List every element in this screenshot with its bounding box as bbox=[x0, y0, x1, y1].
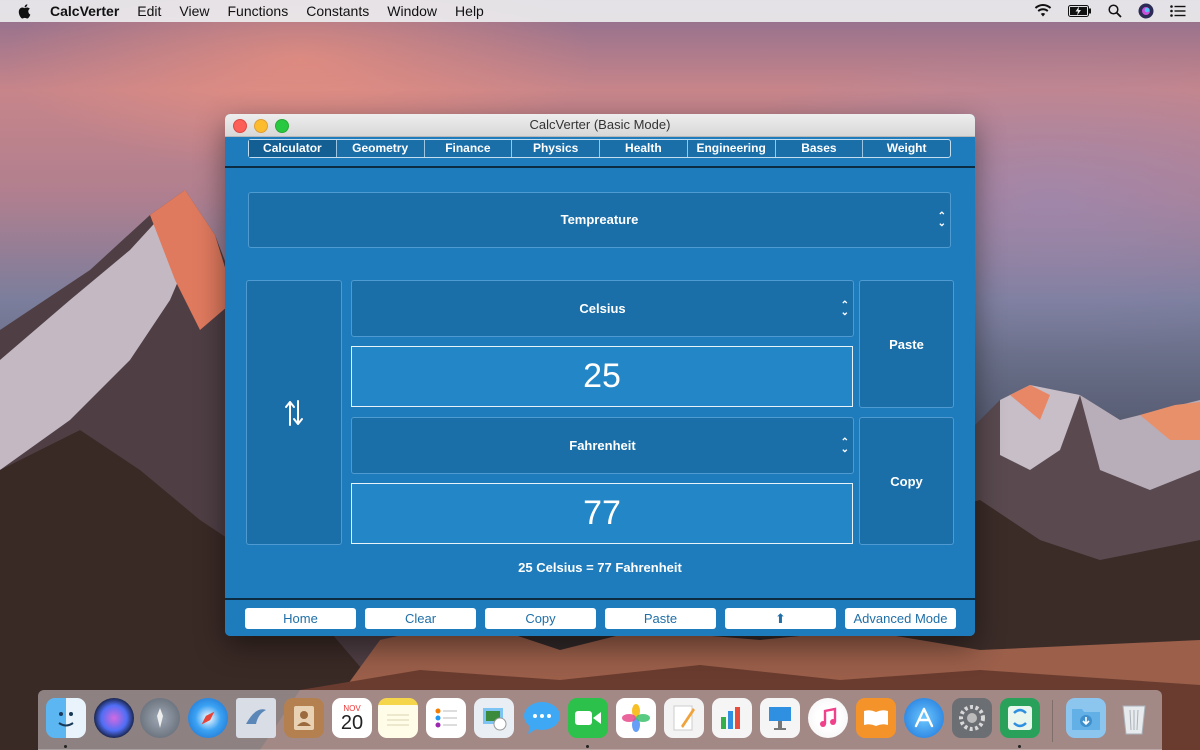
tab-calculator[interactable]: Calculator bbox=[249, 140, 337, 157]
battery-icon[interactable] bbox=[1068, 5, 1092, 17]
photos-icon[interactable] bbox=[616, 698, 656, 738]
to-value-field[interactable]: 77 bbox=[351, 483, 853, 544]
to-unit-select[interactable]: Fahrenheit ⌃ ⌄ bbox=[351, 417, 854, 474]
spotlight-search-icon[interactable] bbox=[1108, 4, 1122, 18]
launchpad-icon[interactable] bbox=[140, 698, 180, 738]
swap-units-button[interactable] bbox=[246, 280, 342, 545]
window-titlebar[interactable]: CalcVerter (Basic Mode) bbox=[225, 114, 975, 137]
app-store-icon[interactable] bbox=[904, 698, 944, 738]
advanced-mode-button[interactable]: Advanced Mode bbox=[845, 608, 956, 629]
select-arrows-icon: ⌃ ⌄ bbox=[840, 436, 849, 455]
copy-side-button[interactable]: Copy bbox=[859, 417, 954, 545]
menu-functions[interactable]: Functions bbox=[228, 3, 289, 19]
home-button[interactable]: Home bbox=[245, 608, 356, 629]
copy-button[interactable]: Copy bbox=[485, 608, 596, 629]
siri-icon[interactable] bbox=[94, 698, 134, 738]
tab-geometry[interactable]: Geometry bbox=[337, 140, 425, 157]
top-divider bbox=[225, 166, 975, 168]
swap-vertical-arrows-icon bbox=[285, 399, 303, 426]
paste-side-button[interactable]: Paste bbox=[859, 280, 954, 408]
calcverter-window: CalcVerter (Basic Mode) Calculator Geome… bbox=[225, 114, 975, 636]
zoom-window-button[interactable] bbox=[275, 119, 289, 133]
wifi-icon[interactable] bbox=[1034, 4, 1052, 18]
finder-icon[interactable] bbox=[46, 698, 86, 738]
itunes-icon[interactable] bbox=[808, 698, 848, 738]
tab-finance[interactable]: Finance bbox=[425, 140, 513, 157]
calcverter-dock-icon[interactable] bbox=[1000, 698, 1040, 738]
tab-engineering[interactable]: Engineering bbox=[688, 140, 776, 157]
from-unit-select[interactable]: Celsius ⌃ ⌄ bbox=[351, 280, 854, 337]
paste-button[interactable]: Paste bbox=[605, 608, 716, 629]
tab-weight[interactable]: Weight bbox=[863, 140, 950, 157]
trash-icon[interactable] bbox=[1114, 698, 1154, 738]
calendar-icon[interactable]: NOV 20 bbox=[332, 698, 372, 738]
dock: NOV 20 bbox=[38, 690, 1162, 750]
running-indicator bbox=[1018, 745, 1021, 748]
notes-icon[interactable] bbox=[378, 698, 418, 738]
paste-side-label: Paste bbox=[889, 336, 924, 352]
category-label: Tempreature bbox=[560, 212, 639, 227]
bottom-divider bbox=[225, 598, 975, 600]
tab-bases[interactable]: Bases bbox=[776, 140, 864, 157]
apple-icon[interactable] bbox=[18, 3, 34, 19]
system-preferences-icon[interactable] bbox=[952, 698, 992, 738]
menu-help[interactable]: Help bbox=[455, 3, 484, 19]
from-value-field[interactable]: 25 bbox=[351, 346, 853, 407]
menu-view[interactable]: View bbox=[179, 3, 209, 19]
messages-icon[interactable] bbox=[522, 698, 562, 738]
conversion-result-text: 25 Celsius = 77 Fahrenheit bbox=[518, 560, 682, 575]
status-area bbox=[1034, 0, 1186, 22]
preview-icon[interactable] bbox=[474, 698, 514, 738]
numbers-icon[interactable] bbox=[712, 698, 752, 738]
close-window-button[interactable] bbox=[233, 119, 247, 133]
tab-health[interactable]: Health bbox=[600, 140, 688, 157]
reminders-icon[interactable] bbox=[426, 698, 466, 738]
select-arrows-icon: ⌃ ⌄ bbox=[937, 211, 946, 229]
calendar-day: 20 bbox=[340, 711, 364, 734]
clear-button[interactable]: Clear bbox=[365, 608, 476, 629]
window-title: CalcVerter (Basic Mode) bbox=[529, 117, 671, 132]
menu-edit[interactable]: Edit bbox=[137, 3, 161, 19]
menu-app-name[interactable]: CalcVerter bbox=[50, 3, 119, 19]
dock-separator bbox=[1052, 700, 1053, 742]
siri-icon[interactable] bbox=[1138, 3, 1154, 19]
mail-icon[interactable] bbox=[236, 698, 276, 738]
menu-constants[interactable]: Constants bbox=[306, 3, 369, 19]
keynote-icon[interactable] bbox=[760, 698, 800, 738]
select-arrows-icon: ⌃ ⌄ bbox=[840, 299, 849, 318]
from-unit-label: Celsius bbox=[579, 301, 626, 316]
contacts-icon[interactable] bbox=[284, 698, 324, 738]
category-tabs: Calculator Geometry Finance Physics Heal… bbox=[248, 139, 951, 158]
copy-side-label: Copy bbox=[890, 473, 923, 489]
minimize-window-button[interactable] bbox=[254, 119, 268, 133]
facetime-icon[interactable] bbox=[568, 698, 608, 738]
up-arrow-button[interactable]: ⬆ bbox=[725, 608, 836, 629]
running-indicator bbox=[586, 745, 589, 748]
notification-center-icon[interactable] bbox=[1170, 5, 1186, 17]
menu-window[interactable]: Window bbox=[387, 3, 437, 19]
pages-icon[interactable] bbox=[664, 698, 704, 738]
tab-physics[interactable]: Physics bbox=[512, 140, 600, 157]
ibooks-icon[interactable] bbox=[856, 698, 896, 738]
running-indicator bbox=[64, 745, 67, 748]
conversion-category-select[interactable]: Tempreature ⌃ ⌄ bbox=[248, 192, 951, 248]
menu-bar: CalcVerter Edit View Functions Constants… bbox=[0, 0, 1200, 22]
safari-icon[interactable] bbox=[188, 698, 228, 738]
downloads-folder-icon[interactable] bbox=[1066, 698, 1106, 738]
to-unit-label: Fahrenheit bbox=[569, 438, 636, 453]
